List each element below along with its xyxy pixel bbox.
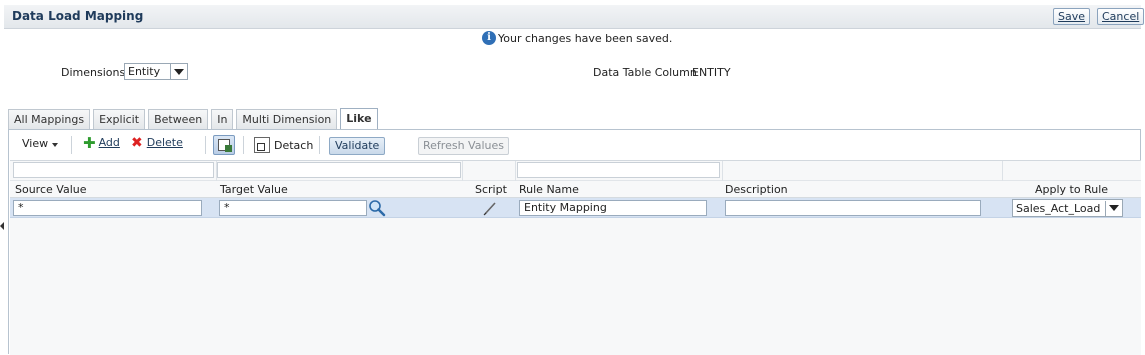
detach-icon	[254, 137, 270, 153]
validate-button[interactable]: Validate	[329, 137, 386, 155]
chevron-down-icon[interactable]	[1105, 200, 1122, 216]
column-header-rule-name[interactable]: Rule Name	[519, 183, 579, 196]
delete-label: Delete	[146, 136, 183, 149]
column-header-apply-to-rule[interactable]: Apply to Rule	[1035, 183, 1108, 196]
confirmation-message: i Your changes have been saved.	[482, 31, 672, 45]
pencil-icon[interactable]	[482, 200, 498, 219]
column-header-script[interactable]: Script	[475, 183, 507, 196]
tab-like[interactable]: Like	[340, 108, 378, 129]
add-button[interactable]: ✚ Add	[83, 133, 120, 152]
delete-button[interactable]: ✖ Delete	[131, 134, 183, 151]
tab-all-mappings[interactable]: All Mappings	[8, 109, 91, 129]
tab-in[interactable]: In	[211, 109, 234, 129]
confirmation-text: Your changes have been saved.	[498, 31, 673, 45]
chevron-down-icon	[52, 142, 59, 147]
page-title: Data Load Mapping	[12, 9, 144, 23]
dimensions-select[interactable]: Entity	[124, 63, 188, 80]
rule-name-input[interactable]: Entity Mapping	[519, 200, 707, 216]
target-value-input[interactable]: *	[219, 200, 367, 216]
tab-multi-dimension[interactable]: Multi Dimension	[236, 109, 338, 129]
freeze-button[interactable]	[213, 135, 235, 155]
source-value-input[interactable]: *	[13, 200, 202, 216]
rule-name-filter[interactable]	[517, 162, 720, 178]
apply-to-rule-select[interactable]: Sales_Act_Load	[1012, 199, 1123, 217]
detach-button[interactable]: Detach	[254, 137, 313, 153]
freeze-columns-icon	[213, 135, 235, 155]
x-icon: ✖	[131, 134, 143, 151]
plus-icon: ✚	[83, 133, 96, 152]
view-menu[interactable]: View	[22, 137, 59, 150]
source-value-filter[interactable]	[13, 162, 214, 178]
toolbar-separator	[71, 136, 72, 154]
column-header-target-value[interactable]: Target Value	[220, 183, 288, 196]
detach-label: Detach	[274, 138, 314, 152]
mapping-panel: View ✚ Add ✖ Delete Detach Validate Refr…	[8, 129, 1141, 355]
column-header-source-value[interactable]: Source Value	[15, 183, 86, 196]
table-header: Source Value Target Value Script Rule Na…	[10, 181, 1141, 198]
refresh-values-button: Refresh Values	[418, 137, 509, 155]
title-bar: Data Load Mapping Save Cancel	[4, 5, 1145, 29]
apply-to-rule-value: Sales_Act_Load	[1016, 201, 1101, 215]
filter-row	[10, 161, 1141, 181]
cancel-button[interactable]: Cancel	[1097, 8, 1145, 25]
data-table-column-value: ENTITY	[692, 66, 731, 79]
toolbar-separator	[319, 136, 320, 154]
target-value-filter[interactable]	[217, 162, 461, 178]
toolbar: View ✚ Add ✖ Delete Detach Validate Refr…	[9, 130, 1140, 160]
toolbar-separator	[205, 136, 206, 154]
mappings-table: Source Value Target Value Script Rule Na…	[10, 160, 1141, 355]
chevron-down-icon[interactable]	[170, 64, 187, 79]
collapse-left-icon[interactable]	[0, 222, 4, 230]
data-table-column-label: Data Table Column	[593, 66, 697, 79]
dimensions-label: Dimensions	[61, 66, 126, 79]
column-header-description[interactable]: Description	[725, 183, 788, 196]
view-label: View	[22, 137, 49, 150]
description-input[interactable]	[725, 200, 981, 216]
mapping-tabs: All Mappings Explicit Between In Multi D…	[8, 108, 381, 129]
dimensions-value: Entity	[128, 65, 161, 78]
save-button[interactable]: Save	[1053, 8, 1091, 25]
toolbar-separator	[243, 136, 244, 154]
table-row[interactable]: * * Entity Mapping Sales_Act_Load	[10, 198, 1141, 218]
magnifier-icon[interactable]	[368, 199, 386, 220]
add-label: Add	[98, 136, 120, 149]
tab-explicit[interactable]: Explicit	[93, 109, 146, 129]
tab-between[interactable]: Between	[148, 109, 209, 129]
info-icon: i	[482, 31, 496, 45]
